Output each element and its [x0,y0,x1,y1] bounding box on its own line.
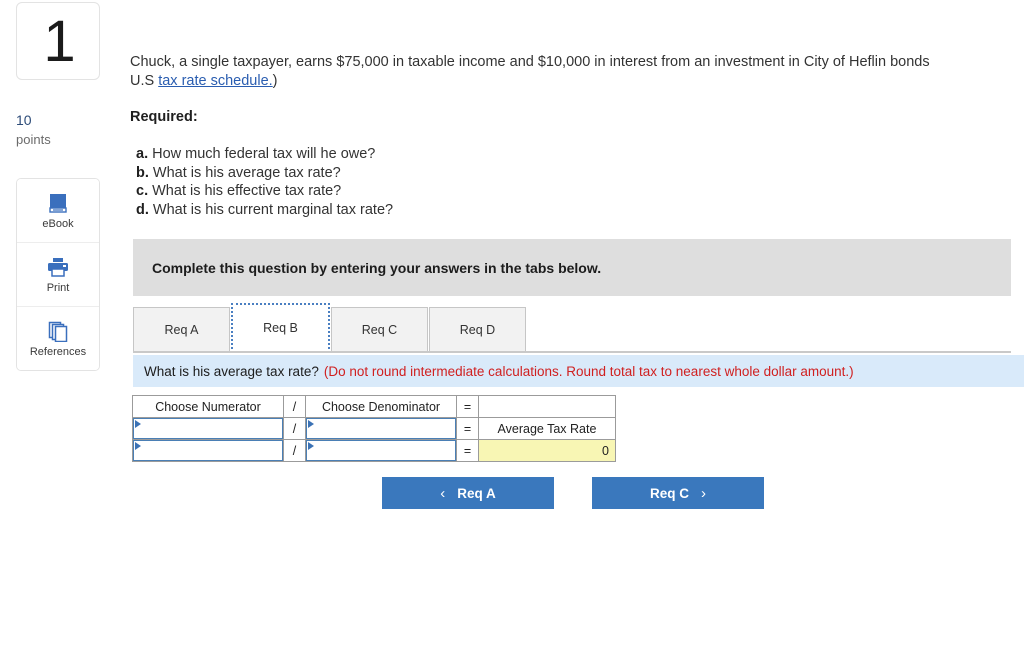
tool-button-stack: eBook Print References [16,178,100,371]
question-main-panel: Chuck, a single taxpayer, earns $75,000 … [130,0,1024,657]
denominator-dropdown-row2[interactable] [306,440,456,461]
required-item-a-marker: a. [136,146,149,162]
required-heading: Required: [130,109,198,125]
printer-icon [46,255,70,279]
numerator-input-cell-row2[interactable] [132,439,284,462]
equals-row1: = [456,417,479,440]
average-tax-rate-result: 0 [478,439,616,462]
required-item-a: a. How much federal tax will he owe? [136,145,393,164]
active-question-prompt-text: What is his average tax rate? [144,363,319,379]
active-question-note: (Do not round intermediate calculations.… [323,363,854,379]
prev-req-a-label: Req A [457,485,496,501]
tab-req-a-label: Req A [164,323,199,337]
header-result [478,395,616,418]
tabs-underline [133,351,1011,353]
tab-req-d[interactable]: Req D [429,307,526,353]
question-number: 1 [43,9,75,74]
required-item-c-marker: c. [136,183,149,200]
denominator-input-cell-row2[interactable] [305,439,457,462]
required-item-c: c. What is his effective tax rate? [136,182,393,201]
required-item-d-text: What is his current marginal tax rate? [152,202,394,219]
references-label: References [29,346,87,358]
required-item-b-text: What is his average tax rate? [152,164,341,181]
tab-req-b-label: Req B [263,321,298,335]
tab-req-c[interactable]: Req C [331,307,428,353]
ebook-label: eBook [42,218,74,230]
instruction-bar: Complete this question by entering your … [133,239,1011,296]
numerator-dropdown-row1[interactable] [133,418,283,439]
required-item-d-marker: d. [136,202,149,219]
tab-req-d-label: Req D [459,323,496,337]
prev-req-a-button[interactable]: ‹ Req A [382,477,554,509]
denominator-input-cell-row1[interactable] [305,417,457,440]
references-button[interactable]: References [17,307,99,370]
print-button[interactable]: Print [17,243,99,307]
points-value: 10 [16,112,32,128]
next-req-c-button[interactable]: Req C › [592,477,764,509]
requirement-tabs: Req A Req B Req C Req D [133,302,527,353]
slash-row2: / [283,439,306,462]
required-items-list: a. How much federal tax will he owe? b. … [136,145,393,220]
table-header-row: Choose Numerator / Choose Denominator = [132,395,616,418]
print-label: Print [46,282,70,294]
instruction-text: Complete this question by entering your … [152,259,602,276]
question-number-box: 1 [16,2,100,80]
references-copy-icon [46,319,70,343]
answer-table: Choose Numerator / Choose Denominator = … [132,395,616,462]
chevron-right-icon: › [701,484,706,502]
denominator-dropdown-row1[interactable] [306,418,456,439]
question-text-line-2-suffix: ) [272,73,278,89]
tab-req-b[interactable]: Req B [231,303,330,353]
tab-req-c-label: Req C [361,323,398,337]
numerator-dropdown-row2[interactable] [133,440,283,461]
header-numerator: Choose Numerator [132,395,284,418]
active-question-bar: What is his average tax rate? (Do not rou… [133,355,1024,387]
header-equals: = [456,395,479,418]
active-question-prompt: What is his average tax rate? (Do not rou… [144,364,854,379]
equals-row2: = [456,439,479,462]
required-item-d: d. What is his current marginal tax rate… [136,201,393,220]
required-item-c-text: What is his effective tax rate? [152,183,342,200]
header-slash: / [283,395,306,418]
header-denominator: Choose Denominator [305,395,457,418]
tab-req-a[interactable]: Req A [133,307,230,353]
table-row: / = 0 [132,439,616,462]
ebook-button[interactable]: eBook [17,179,99,243]
question-text-line-2-prefix: U.S [130,73,159,89]
ebook-icon [47,191,69,215]
average-tax-rate-label: Average Tax Rate [478,417,616,440]
slash-row1: / [283,417,306,440]
table-row: / = Average Tax Rate [132,417,616,440]
tax-rate-schedule-link[interactable]: tax rate schedule. [158,73,272,89]
question-sidebar: 1 10 points eBook Print References [0,0,116,657]
points-label: points [16,132,51,147]
navigation-buttons: ‹ Req A Req C › [382,477,764,509]
required-item-a-text: How much federal tax will he owe? [152,146,376,162]
required-item-b: b. What is his average tax rate? [136,164,393,183]
required-item-b-marker: b. [136,164,149,181]
chevron-left-icon: ‹ [440,484,446,502]
question-text-line-2: U.S tax rate schedule.) [130,72,278,91]
question-text-line-1: Chuck, a single taxpayer, earns $75,000 … [130,54,930,70]
next-req-c-label: Req C [649,485,689,501]
numerator-input-cell-row1[interactable] [132,417,284,440]
